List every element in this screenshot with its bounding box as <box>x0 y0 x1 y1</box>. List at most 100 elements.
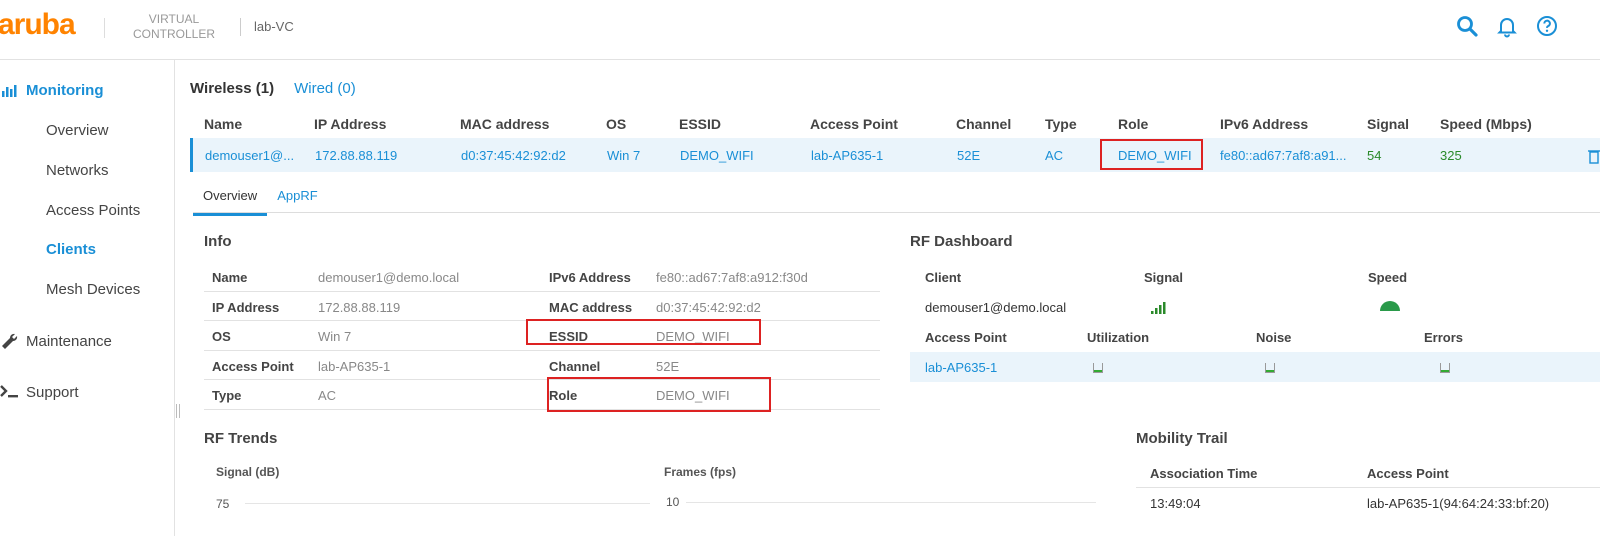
info-value: demouser1@demo.local <box>318 270 460 285</box>
search-icon[interactable] <box>1455 14 1479 38</box>
nav-monitoring-label: Monitoring <box>26 82 104 99</box>
info-row: IP Address 172.88.88.119 MAC address d0:… <box>204 292 880 321</box>
col-ip-address[interactable]: IP Address <box>314 116 386 132</box>
col-essid[interactable]: ESSID <box>679 116 721 132</box>
speed-gauge-icon <box>1380 301 1400 311</box>
rf-header-client: Client <box>925 270 962 285</box>
info-label: Name <box>212 270 248 285</box>
rf-dashboard-title: RF Dashboard <box>910 233 1013 250</box>
cell-ipv6: fe80::ad67:7af8:a91... <box>1220 148 1347 163</box>
rf-header-signal: Signal <box>1144 270 1184 285</box>
cell-access-point: lab-AP635-1 <box>811 148 884 163</box>
mobility-header: Association Time Access Point <box>1136 458 1600 488</box>
info-label: Channel <box>549 358 601 374</box>
rf-header-speed: Speed <box>1368 270 1408 285</box>
help-icon[interactable] <box>1535 14 1559 38</box>
noise-mini-chart[interactable] <box>1265 363 1275 373</box>
sidebar-item-networks[interactable]: Networks <box>46 162 109 179</box>
rf-dashboard: Client Signal Speed demouser1@demo.local… <box>910 262 1600 382</box>
col-name[interactable]: Name <box>204 116 242 132</box>
info-value: Win 7 <box>318 329 352 344</box>
rf-ap-name[interactable]: lab-AP635-1 <box>925 360 997 375</box>
sidebar-item-access-points[interactable]: Access Points <box>46 202 140 219</box>
highlight-box <box>547 377 771 412</box>
panel-splitter-handle[interactable] <box>176 404 180 418</box>
rf-trends-title: RF Trends <box>204 430 278 447</box>
nav-support-label: Support <box>26 383 79 401</box>
rf-client-name: demouser1@demo.local <box>925 300 1067 315</box>
frames-tick: 10 <box>666 495 680 509</box>
tabs-divider <box>193 212 1600 213</box>
cell-ip: 172.88.88.119 <box>315 148 398 163</box>
tab-wired[interactable]: Wired (0) <box>294 80 356 97</box>
table-row: 13:49:04 lab-AP635-1(94:64:24:33:bf:20) <box>1136 488 1600 518</box>
mobility-time: 13:49:04 <box>1150 496 1201 511</box>
mobility-col-time: Association Time <box>1150 466 1258 481</box>
info-value: 52E <box>656 358 680 374</box>
cell-os: Win 7 <box>607 148 641 163</box>
signal-gridline <box>245 503 650 504</box>
sidebar-item-overview[interactable]: Overview <box>46 122 109 139</box>
col-os[interactable]: OS <box>606 116 626 132</box>
col-channel[interactable]: Channel <box>956 116 1011 132</box>
terminal-icon <box>0 385 18 398</box>
cell-mac: d0:37:45:42:92:d2 <box>461 148 566 163</box>
sidebar: Monitoring Overview Networks Access Poin… <box>0 60 175 536</box>
rf-ap-row[interactable]: lab-AP635-1 <box>910 352 1600 382</box>
mobility-col-ap: Access Point <box>1367 466 1449 481</box>
rf-ap-header: Access Point Utilization Noise Errors <box>910 322 1600 352</box>
signal-tick: 75 <box>216 497 230 511</box>
info-value: d0:37:45:42:92:d2 <box>656 299 761 315</box>
bell-icon[interactable] <box>1495 14 1519 38</box>
info-label: IPv6 Address <box>549 270 631 285</box>
aruba-logo[interactable]: aruba <box>0 8 76 42</box>
info-row: Name demouser1@demo.local IPv6 Address f… <box>204 262 880 292</box>
info-row: Type AC Role DEMO_WIFI <box>204 380 880 410</box>
info-row: Access Point lab-AP635-1 Channel 52E <box>204 351 880 380</box>
col-mac-address[interactable]: MAC address <box>460 116 549 132</box>
col-type[interactable]: Type <box>1045 116 1077 132</box>
highlight-box <box>1100 139 1203 170</box>
info-value: lab-AP635-1 <box>318 358 391 374</box>
rf-client-row[interactable]: demouser1@demo.local <box>910 292 1600 322</box>
cell-essid: DEMO_WIFI <box>680 148 754 163</box>
utilization-mini-chart[interactable] <box>1093 363 1103 373</box>
rf-header-access-point: Access Point <box>925 330 1007 345</box>
wrench-icon <box>2 333 18 349</box>
col-ipv6-address[interactable]: IPv6 Address <box>1220 116 1308 132</box>
cell-channel: 52E <box>957 148 981 163</box>
nav-support[interactable]: Support <box>0 383 79 401</box>
cell-speed: 325 <box>1440 148 1462 163</box>
tab-wireless[interactable]: Wireless (1) <box>190 80 274 97</box>
col-access-point[interactable]: Access Point <box>810 116 898 132</box>
col-role[interactable]: Role <box>1118 116 1148 132</box>
clients-table: Name IP Address MAC address OS ESSID Acc… <box>190 108 1600 172</box>
sidebar-item-clients[interactable]: Clients <box>46 241 96 258</box>
mobility-trail-title: Mobility Trail <box>1136 430 1228 447</box>
highlight-box <box>526 319 761 345</box>
signal-chart-label: Signal (dB) <box>216 465 280 479</box>
rf-header-noise: Noise <box>1256 330 1292 345</box>
col-signal[interactable]: Signal <box>1367 116 1409 132</box>
rf-client-header: Client Signal Speed <box>910 262 1600 292</box>
rf-header-errors: Errors <box>1424 330 1464 345</box>
info-label: Type <box>212 388 242 403</box>
table-row[interactable]: demouser1@... 172.88.88.119 d0:37:45:42:… <box>190 138 1600 172</box>
cell-type: AC <box>1045 148 1064 163</box>
mobility-ap: lab-AP635-1(94:64:24:33:bf:20) <box>1367 496 1550 511</box>
table-header: Name IP Address MAC address OS ESSID Acc… <box>190 108 1600 138</box>
header-divider <box>240 18 241 36</box>
info-title: Info <box>204 233 232 250</box>
info-label: Access Point <box>212 358 294 374</box>
nav-monitoring[interactable]: Monitoring <box>0 82 103 99</box>
cell-name: demouser1@... <box>205 148 295 163</box>
sidebar-item-mesh-devices[interactable]: Mesh Devices <box>46 281 140 298</box>
client-type-tabs: Wireless (1) Wired (0) <box>190 80 356 97</box>
cell-signal: 54 <box>1367 148 1382 163</box>
col-speed[interactable]: Speed (Mbps) <box>1440 116 1532 132</box>
nav-maintenance[interactable]: Maintenance <box>0 332 112 350</box>
errors-mini-chart[interactable] <box>1440 363 1450 373</box>
vc-name: lab-VC <box>254 19 294 34</box>
trash-icon[interactable] <box>1588 148 1600 164</box>
product-name: VIRTUAL CONTROLLER <box>132 12 215 41</box>
